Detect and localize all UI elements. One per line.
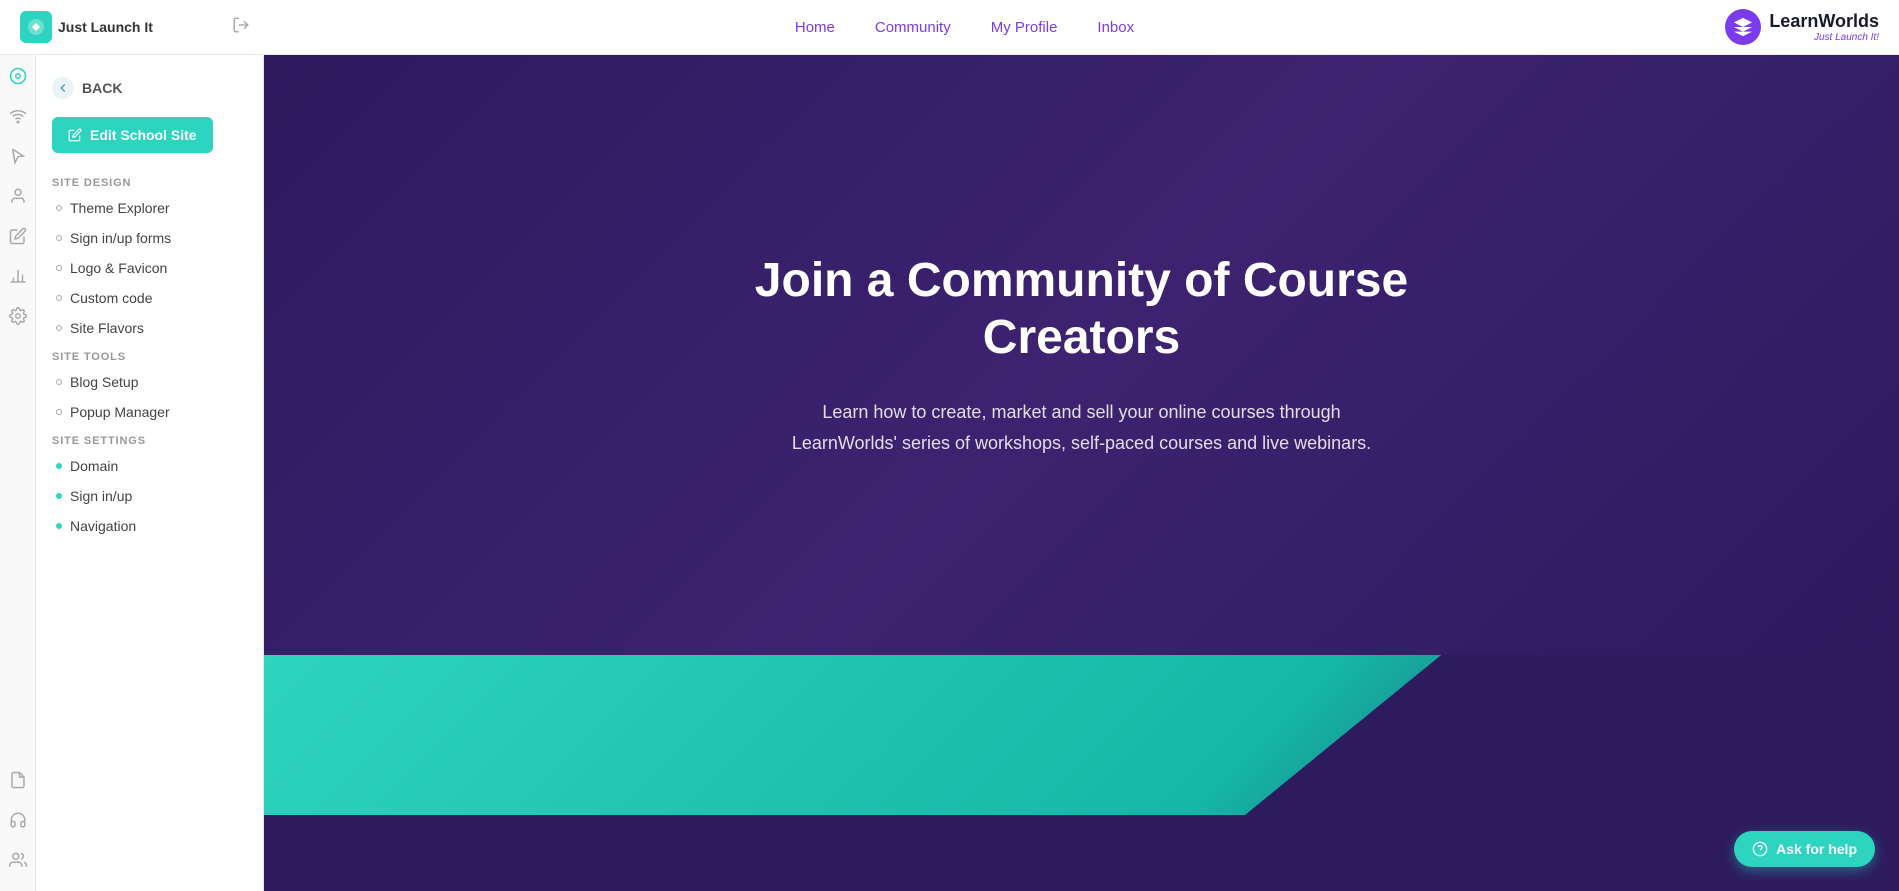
brand-logo-img [1725,9,1761,45]
gear-icon[interactable] [7,305,29,327]
main-area: BACK Edit School Site SITE DESIGN Theme … [0,55,1899,891]
menu-dot [56,265,62,271]
brand-tagline: Just Launch It! [1769,32,1879,43]
menu-item-logo-favicon[interactable]: Logo & Favicon [36,253,263,283]
teal-section-shape [1245,655,1899,815]
top-nav-right: LearnWorlds Just Launch It! [1679,9,1879,45]
left-panel: BACK Edit School Site SITE DESIGN Theme … [36,55,264,891]
home-icon[interactable] [7,65,29,87]
brand-logo: LearnWorlds Just Launch It! [1725,9,1879,45]
menu-item-label: Sign in/up [70,488,132,504]
menu-item-domain[interactable]: Domain [36,451,263,481]
doc-icon[interactable] [7,769,29,791]
menu-item-label: Domain [70,458,118,474]
logout-icon[interactable] [232,16,250,39]
person-icon[interactable] [7,185,29,207]
menu-dot [56,295,62,301]
menu-dot [56,409,62,415]
site-logo-icon [20,11,52,43]
icon-sidebar [0,55,36,891]
back-label: BACK [82,80,122,96]
ask-help-button[interactable]: Ask for help [1734,831,1875,867]
edit-school-label: Edit School Site [90,127,197,143]
menu-item-sign-in-up[interactable]: Sign in/up [36,481,263,511]
headset-icon[interactable] [7,809,29,831]
hero-title: Join a Community of Course Creators [732,252,1432,367]
hero-section: Join a Community of Course Creators Lear… [264,55,1899,655]
top-navigation: Just Launch It Home Community My Profile… [0,0,1899,55]
menu-item-site-flavors[interactable]: Site Flavors [36,313,263,343]
menu-item-popup-manager[interactable]: Popup Manager [36,397,263,427]
top-nav-left: Just Launch It [20,11,250,43]
back-arrow-icon [52,77,74,99]
menu-item-sign-in-forms[interactable]: Sign in/up forms [36,223,263,253]
content-area: Join a Community of Course Creators Lear… [264,55,1899,891]
brand-name: LearnWorlds [1769,11,1879,32]
nav-link-community[interactable]: Community [875,19,951,36]
back-button[interactable]: BACK [36,69,263,107]
teal-section [264,655,1899,815]
site-tools-header: SITE TOOLS [36,343,263,367]
menu-item-label: Blog Setup [70,374,139,390]
brand-text: LearnWorlds Just Launch It! [1769,11,1879,43]
site-design-header: SITE DESIGN [36,169,263,193]
menu-item-label: Logo & Favicon [70,260,167,276]
nav-link-my-profile[interactable]: My Profile [991,19,1058,36]
ask-help-label: Ask for help [1776,841,1857,857]
users-icon[interactable] [7,849,29,871]
menu-item-label: Custom code [70,290,152,306]
top-nav-links: Home Community My Profile Inbox [250,19,1679,36]
menu-dot-active [56,463,62,469]
icon-sidebar-bottom [7,769,29,881]
menu-dot [56,379,62,385]
nav-link-inbox[interactable]: Inbox [1097,19,1134,36]
chart-icon[interactable] [7,265,29,287]
menu-dot [56,205,62,211]
menu-dot-active [56,523,62,529]
menu-item-blog-setup[interactable]: Blog Setup [36,367,263,397]
menu-item-navigation[interactable]: Navigation [36,511,263,541]
site-logo: Just Launch It [20,11,153,43]
edit-school-button[interactable]: Edit School Site [52,117,213,153]
cursor-icon[interactable] [7,145,29,167]
menu-item-theme-explorer[interactable]: Theme Explorer [36,193,263,223]
nav-link-home[interactable]: Home [795,19,835,36]
edit-icon[interactable] [7,225,29,247]
menu-item-label: Site Flavors [70,320,144,336]
menu-item-label: Theme Explorer [70,200,170,216]
site-settings-header: SITE SETTINGS [36,427,263,451]
menu-item-custom-code[interactable]: Custom code [36,283,263,313]
site-name: Just Launch It [58,19,153,35]
wifi-icon[interactable] [7,105,29,127]
menu-item-label: Sign in/up forms [70,230,171,246]
hero-subtitle: Learn how to create, market and sell you… [782,397,1382,458]
menu-dot [56,325,62,331]
menu-item-label: Navigation [70,518,136,534]
menu-dot [56,235,62,241]
menu-item-label: Popup Manager [70,404,170,420]
menu-dot-active [56,493,62,499]
